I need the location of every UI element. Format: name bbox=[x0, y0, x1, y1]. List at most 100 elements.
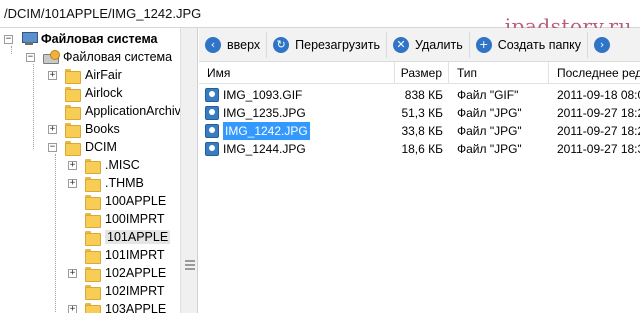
tree-item-misc[interactable]: + .MISC bbox=[68, 156, 140, 174]
tree-item-102apple[interactable]: + 102APPLE bbox=[68, 264, 166, 282]
tree-item-102imprt[interactable]: 102IMPRT bbox=[85, 282, 165, 300]
file-name: IMG_1093.GIF bbox=[223, 88, 303, 102]
tree-item-101imprt[interactable]: 101IMPRT bbox=[85, 246, 165, 264]
tree-drive-label: Файловая система bbox=[63, 50, 173, 64]
tree-item-label: 101APPLE bbox=[105, 230, 171, 244]
tree-root-label: Файловая система bbox=[41, 32, 158, 46]
expand-toggle[interactable]: + bbox=[68, 178, 77, 188]
collapse-toggle[interactable]: − bbox=[48, 142, 57, 152]
tree-item-thmb[interactable]: + .THMB bbox=[68, 174, 144, 192]
file-name: IMG_1235.JPG bbox=[223, 106, 306, 120]
file-name-cell: IMG_1235.JPG bbox=[205, 104, 393, 122]
path-bar[interactable]: /DCIM/101APPLE/IMG_1242.JPG ipadstory.ru bbox=[0, 0, 640, 38]
file-name-cell: IMG_1244.JPG bbox=[205, 140, 393, 158]
reload-button-label: Перезагрузить bbox=[295, 37, 380, 52]
tree-item-101apple[interactable]: 101APPLE bbox=[85, 228, 171, 246]
refresh-icon: ↻ bbox=[273, 36, 290, 53]
image-file-icon bbox=[205, 106, 219, 120]
current-path[interactable]: /DCIM/101APPLE/IMG_1242.JPG bbox=[4, 6, 201, 21]
tree-item-label: Books bbox=[85, 122, 120, 136]
collapse-toggle[interactable]: − bbox=[26, 52, 35, 62]
folder-icon bbox=[65, 86, 81, 102]
expand-toggle[interactable]: + bbox=[68, 160, 77, 170]
folder-icon bbox=[85, 284, 101, 300]
file-list[interactable]: Имя Размер Тип Последнее ред IMG_1093.GI… bbox=[199, 62, 640, 313]
drive-icon bbox=[43, 50, 60, 64]
splitter-grip-icon[interactable] bbox=[185, 258, 195, 272]
tree-item-books[interactable]: + Books bbox=[48, 120, 120, 138]
image-file-icon bbox=[205, 124, 219, 138]
folder-icon bbox=[65, 104, 81, 120]
delete-button[interactable]: ✕ Удалить bbox=[387, 31, 470, 58]
file-row[interactable]: IMG_1093.GIF 838 КБ Файл "GIF" 2011-09-1… bbox=[199, 86, 640, 104]
column-header-size[interactable]: Размер bbox=[395, 62, 449, 84]
close-icon: ✕ bbox=[392, 36, 409, 53]
file-size: 51,3 КБ bbox=[401, 106, 443, 120]
file-name-cell: IMG_1093.GIF bbox=[205, 86, 393, 104]
expand-toggle[interactable]: + bbox=[68, 268, 77, 278]
toolbar: ‹ вверх ↻ Перезагрузить ✕ Удалить + Созд… bbox=[199, 28, 640, 62]
tree-item-label: DCIM bbox=[85, 140, 117, 154]
file-name: IMG_1242.JPG bbox=[223, 122, 310, 140]
new-folder-button-label: Создать папку bbox=[497, 37, 582, 52]
tree-item-airlock[interactable]: Airlock bbox=[65, 84, 123, 102]
splitter[interactable] bbox=[180, 28, 197, 313]
expand-toggle[interactable]: + bbox=[48, 70, 57, 80]
file-modified: 2011-09-27 18:2 bbox=[557, 124, 640, 138]
folder-icon bbox=[85, 266, 101, 282]
file-row-selected[interactable]: IMG_1242.JPG 33,8 КБ Файл "JPG" 2011-09-… bbox=[199, 122, 640, 140]
tree-item-label: .MISC bbox=[105, 158, 140, 172]
delete-button-label: Удалить bbox=[414, 37, 463, 52]
tree-item-103apple[interactable]: + 103APPLE bbox=[68, 300, 166, 313]
tree-item-100imprt[interactable]: 100IMPRT bbox=[85, 210, 165, 228]
collapse-toggle[interactable]: − bbox=[4, 34, 13, 44]
tree-item-label: 102APPLE bbox=[105, 266, 167, 280]
file-size: 18,6 КБ bbox=[401, 142, 443, 156]
expand-toggle[interactable]: + bbox=[68, 304, 77, 313]
tree-item-airfair[interactable]: + AirFair bbox=[48, 66, 122, 84]
image-file-icon bbox=[205, 88, 219, 102]
tree-item-label: ApplicationArchive bbox=[85, 104, 188, 118]
folder-icon bbox=[65, 68, 81, 84]
new-folder-button[interactable]: + Создать папку bbox=[470, 31, 589, 58]
folder-icon bbox=[85, 302, 101, 313]
expand-toggle[interactable]: + bbox=[48, 124, 57, 134]
file-size: 33,8 КБ bbox=[401, 124, 443, 138]
next-icon: › bbox=[594, 36, 611, 53]
tree-item-label: AirFair bbox=[85, 68, 122, 82]
tree-root[interactable]: − Файловая система bbox=[4, 30, 158, 48]
file-type: Файл "JPG" bbox=[457, 142, 522, 156]
folder-icon bbox=[85, 212, 101, 228]
up-button[interactable]: ‹ вверх bbox=[199, 31, 268, 58]
tree-item-100apple[interactable]: 100APPLE bbox=[85, 192, 166, 210]
file-type: Файл "JPG" bbox=[457, 124, 522, 138]
tree-item-label: 102IMPRT bbox=[105, 284, 165, 298]
folder-icon bbox=[85, 176, 101, 192]
file-row[interactable]: IMG_1235.JPG 51,3 КБ Файл "JPG" 2011-09-… bbox=[199, 104, 640, 122]
column-header-type[interactable]: Тип bbox=[449, 62, 549, 84]
tree-item-label: Airlock bbox=[85, 86, 123, 100]
folder-tree[interactable]: − Файловая система − Файловая система + … bbox=[0, 28, 198, 313]
file-row[interactable]: IMG_1244.JPG 18,6 КБ Файл "JPG" 2011-09-… bbox=[199, 140, 640, 158]
up-button-label: вверх bbox=[227, 37, 261, 52]
column-header-modified[interactable]: Последнее ред bbox=[549, 62, 640, 84]
tree-item-applicationarchive[interactable]: ApplicationArchive bbox=[65, 102, 188, 120]
tree-item-label: 100IMPRT bbox=[105, 212, 165, 226]
file-name: IMG_1244.JPG bbox=[223, 142, 306, 156]
tree-item-dcim[interactable]: − DCIM bbox=[48, 138, 117, 156]
tree-drive[interactable]: − Файловая система bbox=[26, 48, 172, 66]
next-button[interactable]: › bbox=[588, 32, 622, 58]
column-header-name[interactable]: Имя bbox=[199, 62, 395, 84]
tree-item-label: .THMB bbox=[105, 176, 144, 190]
folder-icon bbox=[85, 230, 101, 246]
reload-button[interactable]: ↻ Перезагрузить bbox=[267, 31, 387, 58]
folder-icon bbox=[85, 194, 101, 210]
arrow-left-icon: ‹ bbox=[205, 36, 221, 53]
file-type: Файл "GIF" bbox=[457, 88, 519, 102]
file-size: 838 КБ bbox=[404, 88, 443, 102]
folder-icon bbox=[65, 122, 81, 138]
image-file-icon bbox=[205, 142, 219, 156]
tree-item-label: 100APPLE bbox=[105, 194, 167, 208]
tree-item-label: 101IMPRT bbox=[105, 248, 165, 262]
file-modified: 2011-09-27 18:2 bbox=[557, 106, 640, 120]
